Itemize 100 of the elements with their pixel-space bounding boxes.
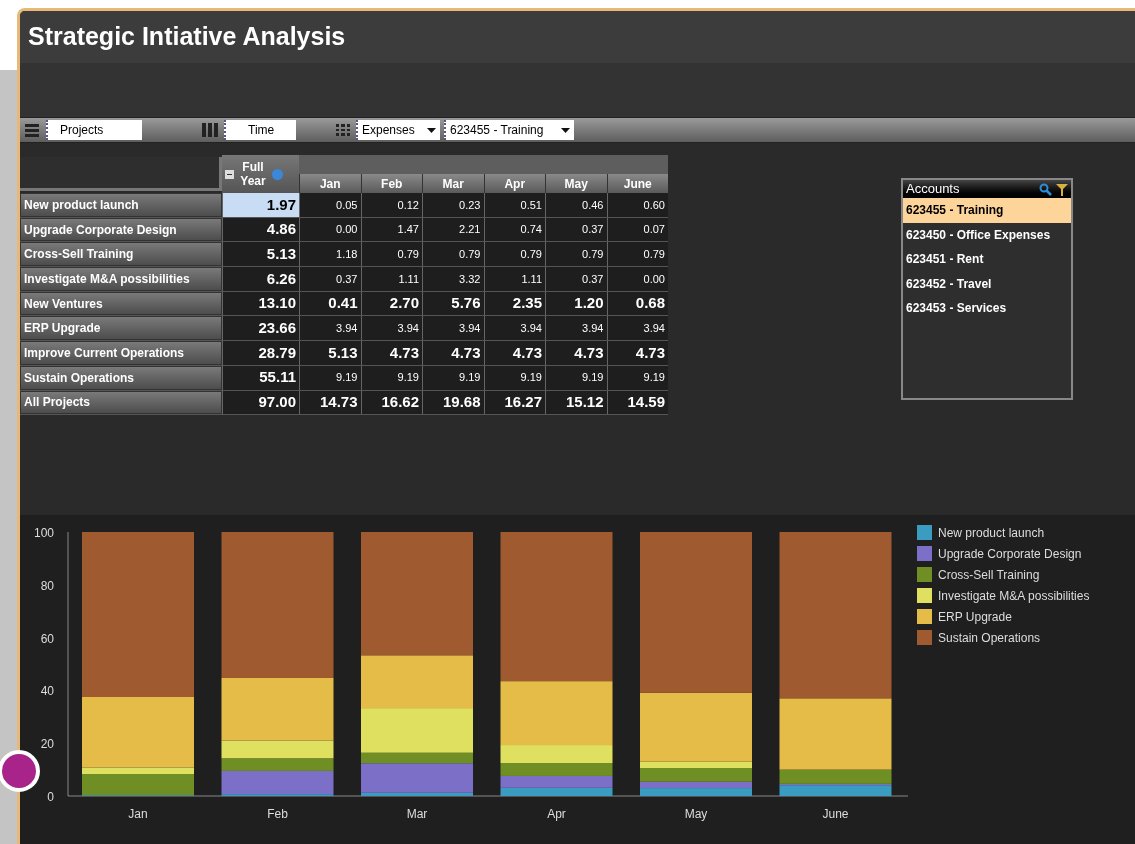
table-cell: 0.37 <box>545 217 607 242</box>
table-cell: 19.68 <box>422 390 484 415</box>
category-label: June <box>822 807 849 822</box>
row-header[interactable]: Improve Current Operations <box>20 341 222 365</box>
grid-icon[interactable] <box>334 122 352 138</box>
table-cell: 0.00 <box>299 217 361 242</box>
table-cell: 0.00 <box>606 267 668 291</box>
columns-icon[interactable] <box>200 121 220 139</box>
table-cell: 0.46 <box>545 193 607 217</box>
rows-field[interactable]: Projects <box>46 120 142 140</box>
table-cell: 3.94 <box>360 316 422 341</box>
row-header[interactable]: Upgrade Corporate Design <box>20 217 222 242</box>
account-item[interactable]: 623455 - Training <box>903 198 1071 223</box>
table-cell: 3.94 <box>606 316 668 341</box>
table-cell: 0.60 <box>606 193 668 217</box>
column-header[interactable]: Jan <box>299 174 361 193</box>
panel-title: Accounts <box>906 180 960 199</box>
table-cell: 28.79 <box>222 341 299 365</box>
row-header[interactable]: Cross-Sell Training <box>20 242 222 267</box>
row-header[interactable]: Investigate M&A possibilities <box>20 267 222 291</box>
row-header[interactable]: New product launch <box>20 193 222 217</box>
table-cell: 0.12 <box>360 193 422 217</box>
table-cell: 55.11 <box>222 365 299 390</box>
table-cell: 1.97 <box>222 193 299 217</box>
table-cell: 0.79 <box>483 242 545 267</box>
legend-swatch <box>917 546 932 562</box>
tick-label: 60 <box>40 631 54 646</box>
search-icon[interactable] <box>1039 182 1052 196</box>
measure-dropdown[interactable]: Expenses <box>356 120 440 140</box>
column-header[interactable]: Mar <box>422 174 484 193</box>
account-item[interactable]: 623451 - Rent <box>903 247 1071 272</box>
legend-swatch <box>917 567 932 583</box>
column-header[interactable]: Feb <box>360 174 422 193</box>
legend-swatch <box>917 609 932 625</box>
legend-label: New product launch <box>938 526 1045 541</box>
table-cell: 0.37 <box>299 267 361 291</box>
table-cell: 3.94 <box>422 316 484 341</box>
legend-label: ERP Upgrade <box>938 610 1012 625</box>
account-item[interactable]: 623450 - Office Expenses <box>903 222 1071 247</box>
caret-icon <box>561 127 570 133</box>
table-cell: 1.11 <box>483 267 545 291</box>
table-cell: 13.10 <box>222 291 299 316</box>
tick-label: 0 <box>47 790 54 805</box>
row-header[interactable]: Sustain Operations <box>20 365 222 390</box>
table-cell: 0.79 <box>606 242 668 267</box>
category-label: May <box>684 807 708 822</box>
column-header[interactable]: June <box>606 174 668 193</box>
account-item[interactable]: 623452 - Travel <box>903 271 1071 296</box>
table-cell: 0.37 <box>545 267 607 291</box>
legend-swatch <box>917 588 932 604</box>
rows-icon[interactable] <box>22 121 42 139</box>
tick-label: 80 <box>40 579 54 593</box>
collapse-icon[interactable] <box>225 169 234 179</box>
table-cell: 6.26 <box>222 267 299 291</box>
row-header[interactable]: All Projects <box>20 390 222 415</box>
table-cell: 0.41 <box>299 291 361 316</box>
table-cell: 97.00 <box>222 390 299 415</box>
row-header[interactable]: ERP Upgrade <box>20 316 222 341</box>
table-cell: 4.73 <box>545 341 607 365</box>
columns-field[interactable]: Time <box>224 120 296 140</box>
table-cell: 3.94 <box>483 316 545 341</box>
category-label: Mar <box>406 807 428 822</box>
tick-label: 100 <box>33 526 54 541</box>
table-cell: 9.19 <box>422 365 484 390</box>
table-cell: 0.79 <box>422 242 484 267</box>
column-header[interactable]: Full Year <box>222 155 299 193</box>
table-cell: 1.11 <box>360 267 422 291</box>
table-cell: 4.73 <box>360 341 422 365</box>
table-cell: 1.18 <box>299 242 361 267</box>
table-cell: 0.79 <box>545 242 607 267</box>
account-dropdown[interactable]: 623455 - Training <box>444 120 574 140</box>
table-cell: 0.51 <box>483 193 545 217</box>
tick-label: 40 <box>40 684 54 699</box>
table-cell: 5.13 <box>222 242 299 267</box>
row-header[interactable]: New Ventures <box>20 291 222 316</box>
table-cell: 1.20 <box>545 291 607 316</box>
table-cell: 3.32 <box>422 267 484 291</box>
table-cell: 0.05 <box>299 193 361 217</box>
category-label: Apr <box>547 807 566 822</box>
tick-label: 20 <box>40 737 54 752</box>
table-cell: 9.19 <box>299 365 361 390</box>
legend-label: Upgrade Corporate Design <box>938 547 1082 562</box>
table-cell: 23.66 <box>222 316 299 341</box>
filter-icon[interactable] <box>1056 182 1068 196</box>
account-item[interactable]: 623453 - Services <box>903 296 1071 321</box>
column-header[interactable]: May <box>545 174 607 193</box>
table-cell: 3.94 <box>299 316 361 341</box>
table-cell: 4.86 <box>222 217 299 242</box>
table-cell: 0.23 <box>422 193 484 217</box>
table-cell: 3.94 <box>545 316 607 341</box>
column-header[interactable]: Apr <box>483 174 545 193</box>
table-cell: 4.73 <box>422 341 484 365</box>
category-label: Jan <box>128 807 148 822</box>
legend-swatch <box>917 630 932 646</box>
table-cell: 14.73 <box>299 390 361 415</box>
category-label: Feb <box>267 807 288 822</box>
legend-label: Cross-Sell Training <box>938 568 1040 583</box>
table-cell: 5.76 <box>422 291 484 316</box>
table-cell: 5.13 <box>299 341 361 365</box>
table-cell: 4.73 <box>606 341 668 365</box>
